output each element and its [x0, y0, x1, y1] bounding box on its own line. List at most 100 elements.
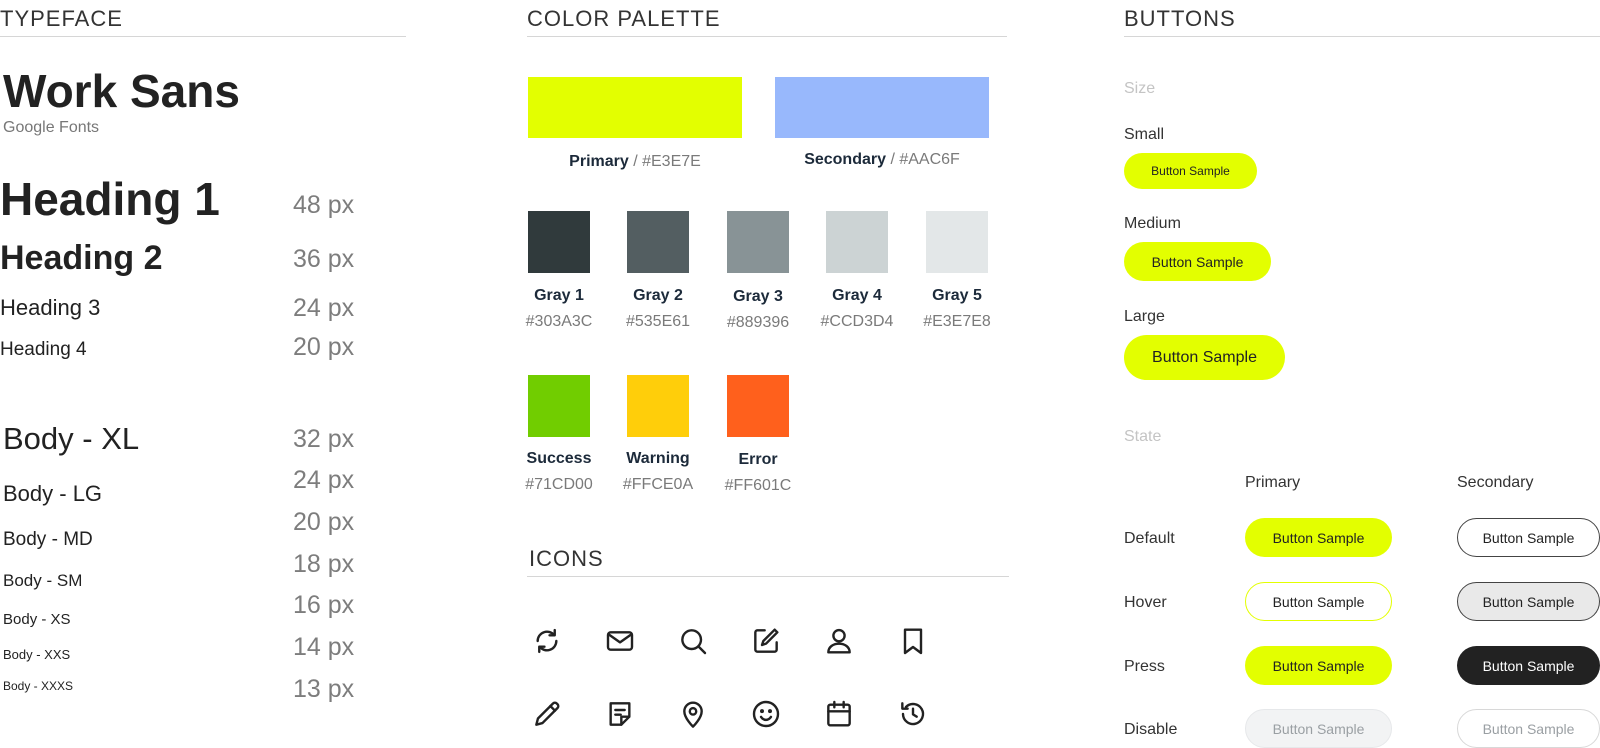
swatch-success-name: Success — [526, 450, 592, 467]
medium-button[interactable]: Button Sample — [1124, 242, 1271, 281]
swatch-gray-2-hex: #535E61 — [625, 313, 691, 330]
type-size-heading-4: 20 px — [293, 333, 355, 361]
primary-disabled-button: Button Sample — [1245, 709, 1392, 748]
type-size-heading-1: 48 px — [293, 191, 355, 219]
swatch-gray-1-name: Gray 1 — [534, 287, 584, 304]
swatch-gray-5 — [926, 211, 988, 273]
small-button[interactable]: Button Sample — [1124, 153, 1257, 189]
typeface-section-title: TYPEFACE — [0, 6, 123, 31]
swatch-gray-4 — [826, 211, 888, 273]
swatch-error — [727, 375, 789, 437]
size-small-label: Small — [1124, 126, 1165, 143]
swatch-gray-3 — [727, 211, 789, 273]
pencil-icon[interactable] — [531, 698, 563, 730]
state-group-label: State — [1124, 428, 1162, 445]
swatch-secondary-hex: #AAC6F — [899, 151, 960, 168]
buttons-section-title: BUTTONS — [1124, 6, 1236, 31]
swatch-primary-label: Primary / #E3E7E — [528, 153, 742, 171]
type-style-body-xs: Body - XS — [3, 611, 71, 628]
primary-hover-button[interactable]: Button Sample — [1245, 582, 1392, 621]
state-default-label: Default — [1124, 530, 1175, 547]
swatch-gray-4-hex: #CCD3D4 — [820, 313, 894, 330]
smiley-icon[interactable] — [750, 698, 782, 730]
swatch-warning — [627, 375, 689, 437]
swatch-gray-4-name: Gray 4 — [832, 287, 882, 304]
primary-press-button[interactable]: Button Sample — [1245, 646, 1392, 685]
type-style-heading-1: Heading 1 — [0, 173, 220, 225]
history-icon[interactable] — [897, 698, 929, 730]
swatch-gray-2-name: Gray 2 — [633, 287, 683, 304]
type-size-body-xxxs: 13 px — [293, 675, 355, 703]
type-size-body-md: 20 px — [293, 508, 355, 536]
state-press-label: Press — [1124, 658, 1165, 675]
buttons-divider — [1124, 36, 1600, 37]
font-source: Google Fonts — [3, 119, 100, 136]
swatch-secondary — [775, 77, 989, 138]
location-pin-icon[interactable] — [677, 698, 709, 730]
type-style-heading-4: Heading 4 — [0, 339, 87, 360]
swatch-gray-5-hex: #E3E7E8 — [923, 313, 991, 330]
size-group-label: Size — [1124, 80, 1156, 97]
palette-section-title: COLOR PALETTE — [527, 6, 721, 31]
column-secondary-label: Secondary — [1457, 474, 1534, 491]
swatch-primary-sep: / — [628, 153, 643, 170]
primary-default-button[interactable]: Button Sample — [1245, 518, 1392, 557]
typeface-divider — [0, 36, 406, 37]
type-size-body-xxs: 14 px — [293, 633, 355, 661]
swatch-gray-5-name: Gray 5 — [932, 287, 982, 304]
swatch-secondary-name: Secondary — [804, 151, 886, 168]
swatch-error-name: Error — [738, 451, 778, 468]
type-style-body-xxxs: Body - XXXS — [3, 679, 74, 693]
type-size-body-xs: 16 px — [293, 591, 355, 619]
swatch-secondary-label: Secondary / #AAC6F — [775, 151, 989, 169]
swatch-gray-1-hex: #303A3C — [525, 313, 593, 330]
type-size-body-lg: 24 px — [293, 466, 355, 494]
secondary-disabled-button: Button Sample — [1457, 709, 1600, 748]
icons-section-title: ICONS — [529, 546, 604, 571]
secondary-default-button[interactable]: Button Sample — [1457, 518, 1600, 557]
swatch-error-hex: #FF601C — [724, 477, 792, 494]
secondary-hover-button[interactable]: Button Sample — [1457, 582, 1600, 621]
swatch-warning-name: Warning — [626, 450, 690, 467]
edit-icon[interactable] — [750, 625, 782, 657]
type-size-heading-2: 36 px — [293, 245, 355, 273]
user-icon[interactable] — [823, 625, 855, 657]
type-style-body-sm: Body - SM — [3, 571, 83, 590]
type-style-body-md: Body - MD — [3, 529, 93, 550]
column-primary-label: Primary — [1245, 474, 1301, 491]
large-button[interactable]: Button Sample — [1124, 335, 1285, 380]
refresh-icon[interactable] — [531, 625, 563, 657]
swatch-success — [528, 375, 590, 437]
size-large-label: Large — [1124, 308, 1165, 325]
swatch-secondary-sep: / — [886, 151, 900, 168]
type-style-body-xxs: Body - XXS — [3, 647, 71, 662]
swatch-gray-2 — [627, 211, 689, 273]
size-medium-label: Medium — [1124, 215, 1181, 232]
palette-divider — [527, 36, 1007, 37]
mail-icon[interactable] — [604, 625, 636, 657]
swatch-primary — [528, 77, 742, 138]
swatch-primary-hex: #E3E7E — [642, 153, 701, 170]
type-size-body-sm: 18 px — [293, 550, 355, 578]
swatch-warning-hex: #FFCE0A — [622, 476, 694, 493]
swatch-success-hex: #71CD00 — [525, 476, 593, 493]
type-style-body-lg: Body - LG — [3, 481, 103, 506]
swatch-gray-3-name: Gray 3 — [733, 288, 783, 305]
swatch-primary-name: Primary — [569, 153, 629, 170]
search-icon[interactable] — [677, 625, 709, 657]
type-style-heading-3: Heading 3 — [0, 295, 101, 320]
type-style-body-xl: Body - XL — [3, 421, 140, 456]
swatch-gray-3-hex: #889396 — [726, 314, 790, 331]
secondary-press-button[interactable]: Button Sample — [1457, 646, 1600, 685]
type-size-heading-3: 24 px — [293, 294, 355, 322]
state-hover-label: Hover — [1124, 594, 1167, 611]
calendar-icon[interactable] — [823, 698, 855, 730]
type-style-heading-2: Heading 2 — [0, 239, 163, 277]
swatch-gray-1 — [528, 211, 590, 273]
bookmark-icon[interactable] — [897, 625, 929, 657]
note-icon[interactable] — [604, 698, 636, 730]
font-name: Work Sans — [3, 65, 240, 117]
icons-divider — [527, 576, 1009, 577]
type-size-body-xl: 32 px — [293, 425, 355, 453]
state-disable-label: Disable — [1124, 721, 1178, 738]
